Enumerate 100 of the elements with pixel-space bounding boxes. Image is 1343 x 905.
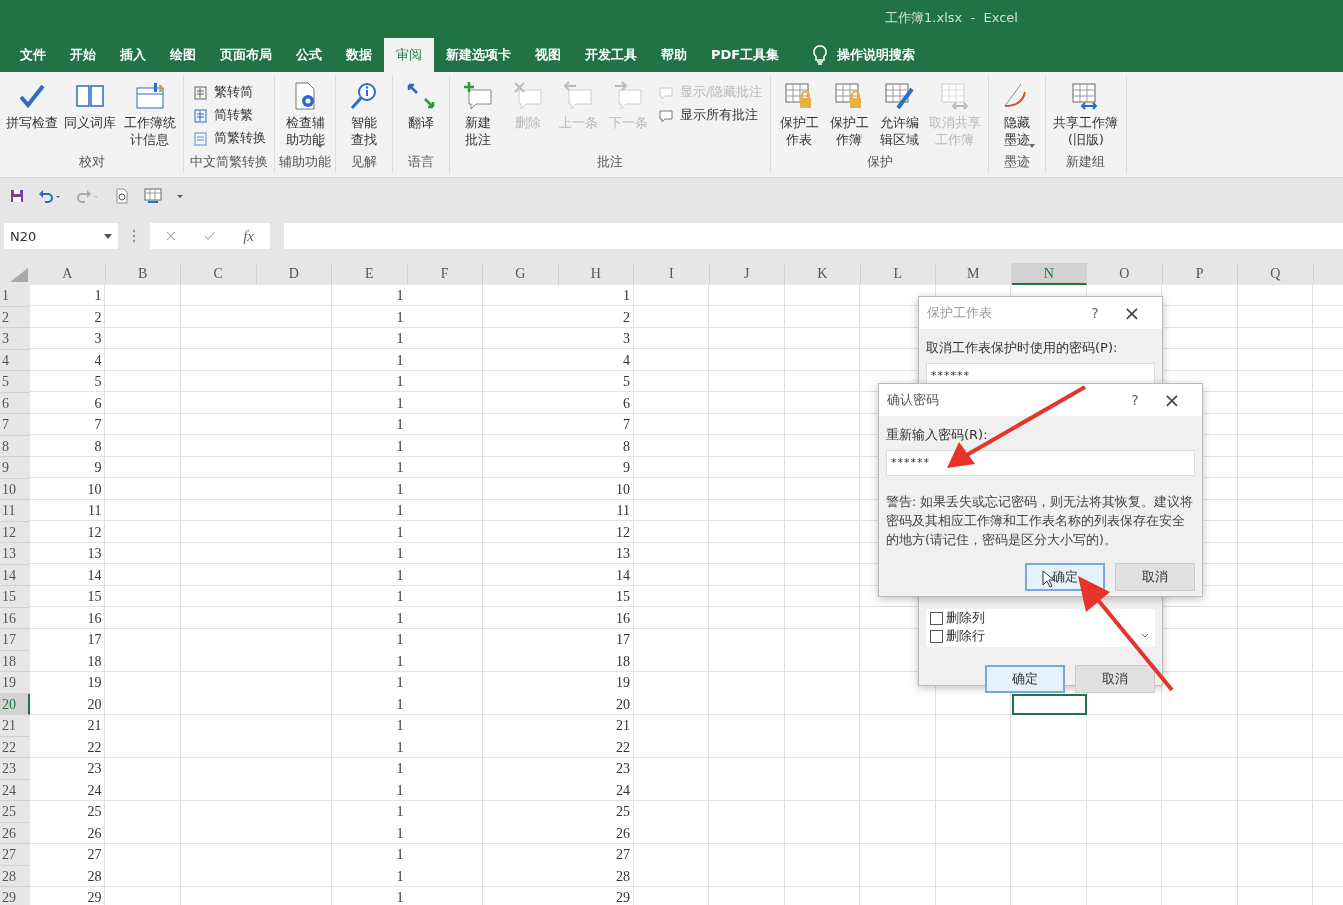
row-header[interactable]: 20 [0, 693, 30, 715]
table-cell-text: 1 [395, 351, 405, 370]
row-header[interactable]: 18 [0, 650, 30, 672]
table-cell-text: 9 [622, 459, 631, 477]
row-header[interactable]: 13 [0, 543, 30, 565]
group-label: 批注 [597, 154, 624, 171]
row-header[interactable]: 24 [0, 779, 30, 801]
delete-comment-icon [512, 80, 544, 112]
ribbon-tab[interactable]: 帮助 [649, 38, 699, 72]
close-button[interactable]: × [1150, 388, 1194, 412]
ribbon-tab[interactable]: 新建选项卡 [434, 38, 523, 72]
ribbon-tab[interactable]: 数据 [334, 38, 384, 72]
row-header[interactable]: 25 [0, 801, 30, 823]
ribbon-button[interactable]: 检查辅助功能 [281, 80, 329, 154]
table-cell-text: 1 [395, 846, 405, 864]
ribbon-button[interactable]: 工作簿统计信息 [120, 80, 179, 154]
ribbon-button[interactable]: 同义词库 [62, 80, 118, 154]
row-header[interactable]: 15 [0, 586, 30, 608]
row-header[interactable]: 28 [0, 865, 30, 887]
ribbon-button[interactable]: 翻译 [397, 80, 445, 154]
ribbon-button[interactable]: 允许编辑区域 [875, 80, 924, 154]
cancel-button[interactable]: 取消 [1075, 665, 1155, 693]
cancel-button[interactable]: 取消 [1115, 563, 1195, 591]
ribbon-tab[interactable]: 视图 [523, 38, 573, 72]
row-header[interactable]: 23 [0, 758, 30, 780]
group-label: 新建组 [1066, 154, 1106, 171]
table-cell-text: 1 [395, 674, 405, 692]
table-cell-text: 1 [395, 437, 405, 456]
table-cell-text: 14 [86, 566, 103, 585]
row-header[interactable]: 21 [0, 715, 30, 737]
ribbon-button[interactable]: 智能查找 [340, 80, 388, 154]
ribbon-tab[interactable]: 插入 [108, 38, 158, 72]
row-header[interactable]: 1 [0, 285, 30, 307]
sheet-icon[interactable] [144, 188, 162, 204]
next-comment-icon [612, 80, 644, 112]
column-header[interactable]: N [1011, 263, 1087, 285]
row-header[interactable]: 22 [0, 736, 30, 758]
row-header[interactable]: 12 [0, 521, 30, 543]
row-header[interactable]: 19 [0, 672, 30, 694]
ribbon-tab[interactable]: 绘图 [158, 38, 208, 72]
ribbon-tab[interactable]: 开始 [58, 38, 108, 72]
ribbon-button[interactable]: 隐藏墨迹 [993, 80, 1042, 154]
name-box[interactable]: N20 [4, 223, 118, 249]
ribbon-button[interactable]: 显示所有批注 [654, 107, 767, 124]
table-cell-text: 29 [86, 889, 103, 905]
ribbon-button[interactable]: 拼写检查 [4, 80, 60, 154]
save-icon[interactable] [10, 189, 24, 203]
table-cell-text: 1 [395, 824, 405, 843]
ribbon-button[interactable]: 简繁转换 [188, 130, 270, 147]
row-header[interactable]: 10 [0, 478, 30, 500]
table-cell-text: 1 [395, 287, 405, 305]
ribbon-tab[interactable]: 审阅 [384, 38, 434, 72]
scroll-down-icon[interactable] [1141, 633, 1149, 639]
password-field[interactable]: ****** [886, 450, 1195, 476]
checkbox[interactable] [930, 629, 943, 643]
field-label: 重新输入密码(R): [886, 426, 988, 444]
ok-button[interactable]: 确定 [985, 665, 1065, 693]
close-button[interactable]: × [1110, 301, 1154, 325]
row-header[interactable]: 6 [0, 392, 30, 414]
ribbon-tab[interactable]: 开发工具 [573, 38, 649, 72]
table-cell-text: 1 [395, 803, 405, 821]
help-button[interactable]: ? [1080, 305, 1110, 321]
group-label: 语言 [408, 154, 434, 171]
ribbon-button[interactable]: 新建批注 [454, 80, 502, 154]
undo-icon[interactable] [38, 188, 62, 204]
row-header[interactable]: 2 [0, 306, 30, 328]
ribbon-tab[interactable]: 文件 [8, 38, 58, 72]
tell-me-search[interactable]: 操作说明搜索 [837, 46, 916, 64]
ribbon-button[interactable]: 简转繁 [188, 107, 270, 124]
row-header[interactable]: 5 [0, 371, 30, 393]
row-header[interactable]: 8 [0, 435, 30, 457]
check-icon[interactable] [203, 230, 216, 242]
row-header[interactable]: 14 [0, 564, 30, 586]
ribbon-tab[interactable]: 页面布局 [208, 38, 284, 72]
insert-function-button[interactable]: fx [243, 227, 254, 245]
row-header[interactable]: 9 [0, 457, 30, 479]
ribbon-button[interactable]: 保护工作簿 [825, 80, 874, 154]
row-header[interactable]: 4 [0, 349, 30, 371]
ribbon-button[interactable]: 保护工作表 [775, 80, 824, 154]
table-cell-text: 1 [395, 459, 405, 477]
print-preview-icon[interactable] [114, 188, 130, 204]
customize-icon[interactable] [176, 193, 184, 199]
ribbon-tab[interactable]: PDF工具集 [699, 38, 792, 72]
row-header[interactable]: 3 [0, 328, 30, 350]
formula-input[interactable] [284, 223, 1343, 249]
ribbon-button[interactable]: 繁转简 [188, 84, 270, 101]
help-button[interactable]: ? [1120, 392, 1150, 408]
row-header[interactable]: 17 [0, 629, 30, 651]
checkbox[interactable] [930, 611, 943, 625]
row-header[interactable]: 16 [0, 607, 30, 629]
row-header[interactable]: 26 [0, 822, 30, 844]
selected-cell[interactable] [1011, 693, 1087, 715]
row-header[interactable]: 11 [0, 500, 30, 522]
row-header[interactable]: 27 [0, 844, 30, 866]
ribbon-button[interactable]: 共享工作簿(旧版) [1050, 80, 1122, 154]
table-cell-text: 1 [395, 502, 405, 520]
row-header[interactable]: 7 [0, 414, 30, 436]
group-label: 见解 [351, 154, 377, 171]
ribbon-tab[interactable]: 公式 [284, 38, 334, 72]
row-header[interactable]: 29 [0, 887, 30, 905]
